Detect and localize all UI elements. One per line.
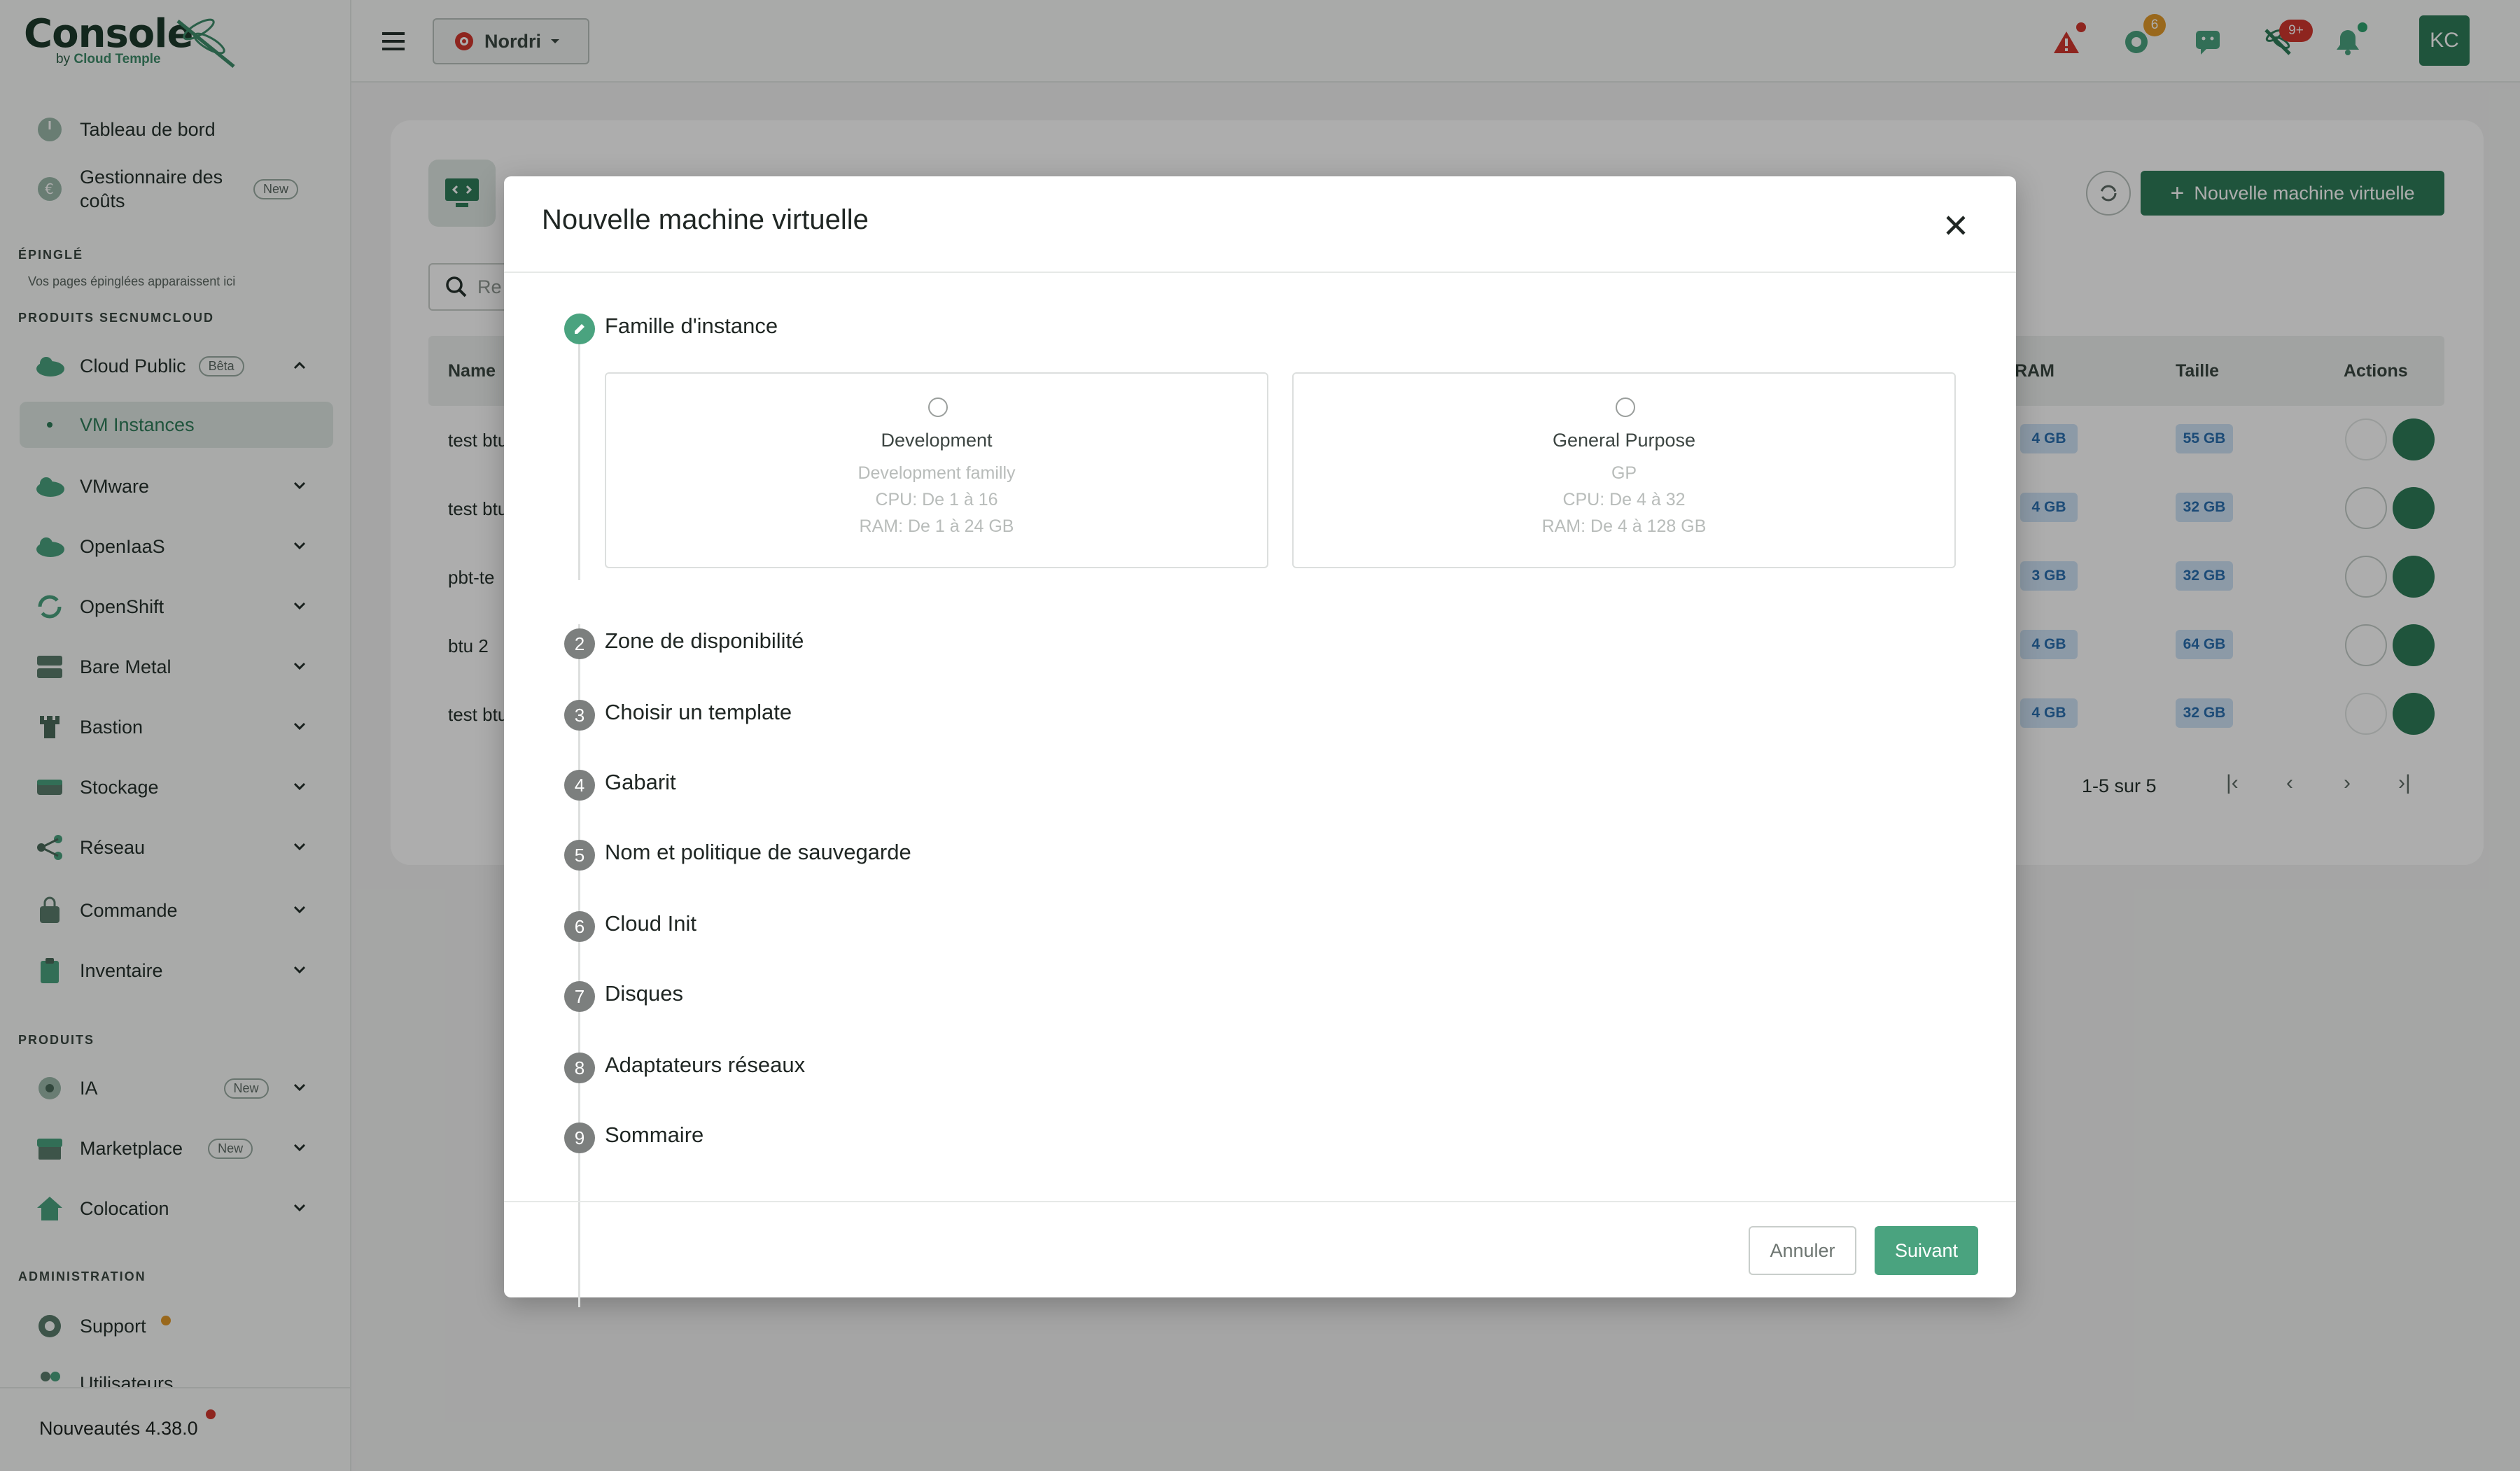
dialog-header-divider — [504, 272, 2016, 273]
option-ram: RAM: De 4 à 128 GB — [1541, 516, 1707, 536]
step-1-edit-icon — [564, 314, 595, 344]
option-cpu: CPU: De 1 à 16 — [875, 490, 998, 509]
step-8-label[interactable]: Adaptateurs réseaux — [605, 1053, 805, 1078]
step-7-number: 7 — [564, 981, 595, 1012]
step-2-label[interactable]: Zone de disponibilité — [605, 628, 804, 654]
step-3-label[interactable]: Choisir un template — [605, 700, 792, 725]
new-vm-dialog: Nouvelle machine virtuelle Famille d'ins… — [504, 176, 2016, 1307]
dialog-footer-divider — [504, 1201, 2016, 1202]
close-icon[interactable] — [1940, 210, 1971, 241]
step-3-number: 3 — [564, 700, 595, 731]
option-description: GP — [1611, 463, 1637, 483]
step-5-number: 5 — [564, 840, 595, 871]
step-9-label[interactable]: Sommaire — [605, 1122, 704, 1148]
step-2-number: 2 — [564, 628, 595, 659]
option-general-purpose[interactable]: General Purpose GP CPU: De 4 à 32 RAM: D… — [1292, 372, 1956, 568]
development-radio[interactable] — [928, 397, 948, 417]
step-8-number: 8 — [564, 1053, 595, 1083]
next-button[interactable]: Suivant — [1875, 1226, 1978, 1275]
option-description: Development familly — [858, 463, 1016, 483]
option-name: Development — [881, 430, 993, 451]
step-6-number: 6 — [564, 911, 595, 942]
step-5-label[interactable]: Nom et politique de sauvegarde — [605, 840, 911, 865]
step-1-label[interactable]: Famille d'instance — [605, 314, 778, 339]
option-cpu: CPU: De 4 à 32 — [1562, 490, 1686, 509]
step-6-label[interactable]: Cloud Init — [605, 911, 696, 936]
step-9-number: 9 — [564, 1122, 595, 1153]
stepper-connector — [578, 339, 580, 580]
step-7-label[interactable]: Disques — [605, 981, 683, 1006]
step-4-number: 4 — [564, 770, 595, 801]
dialog-title: Nouvelle machine virtuelle — [542, 204, 869, 235]
option-ram: RAM: De 1 à 24 GB — [859, 516, 1014, 536]
option-development[interactable]: Development Development familly CPU: De … — [605, 372, 1268, 568]
general-purpose-radio[interactable] — [1616, 397, 1635, 417]
step-4-label[interactable]: Gabarit — [605, 770, 676, 795]
cancel-button[interactable]: Annuler — [1749, 1226, 1856, 1275]
option-name: General Purpose — [1552, 430, 1696, 451]
